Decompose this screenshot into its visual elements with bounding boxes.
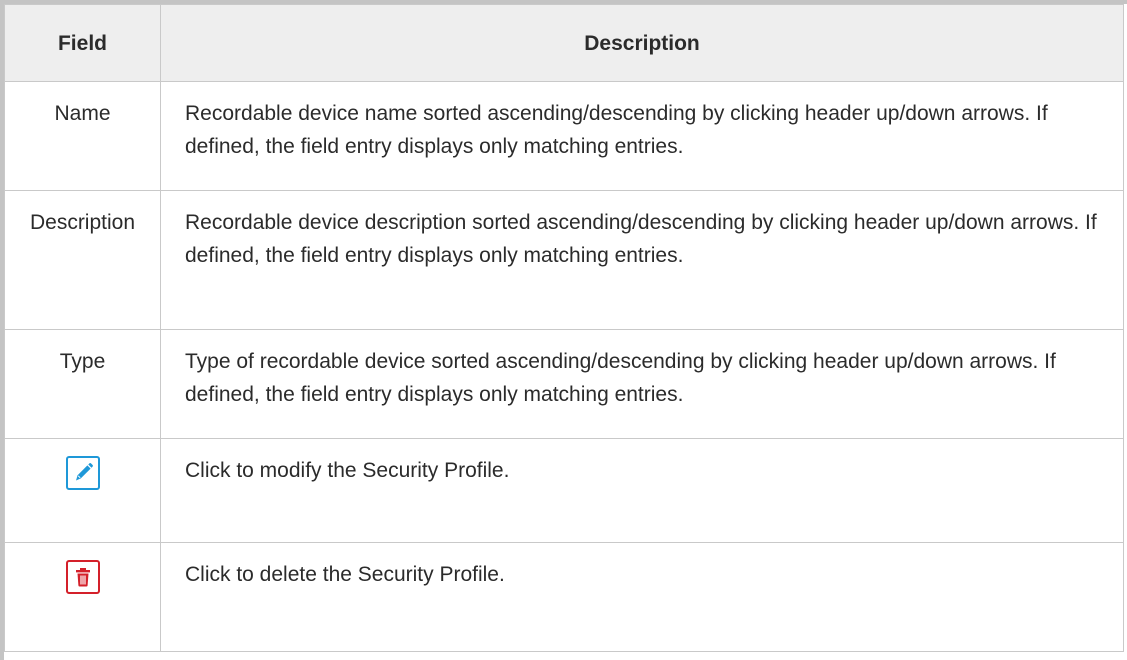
field-cell (4, 438, 161, 543)
description-cell: Type of recordable device sorted ascendi… (160, 329, 1124, 439)
trash-delete-icon[interactable] (65, 560, 100, 594)
field-cell: Type (4, 329, 161, 439)
description-cell: Click to modify the Security Profile. (160, 438, 1124, 543)
table-row: Name Recordable device name sorted ascen… (4, 81, 1124, 191)
table-header-row: Field Description (4, 4, 1124, 82)
field-cell: Name (4, 81, 161, 191)
header-field: Field (4, 4, 161, 82)
pencil-edit-icon[interactable] (65, 456, 100, 490)
table-row: Type Type of recordable device sorted as… (4, 329, 1124, 439)
header-description: Description (160, 4, 1124, 82)
description-cell: Click to delete the Security Profile. (160, 542, 1124, 652)
field-description-table: Field Description Name Recordable device… (4, 4, 1124, 652)
table-row: Click to delete the Security Profile. (4, 542, 1124, 652)
field-cell (4, 542, 161, 652)
description-cell: Recordable device name sorted ascending/… (160, 81, 1124, 191)
table-row: Click to modify the Security Profile. (4, 438, 1124, 543)
description-cell: Recordable device description sorted asc… (160, 190, 1124, 330)
table-row: Description Recordable device descriptio… (4, 190, 1124, 330)
field-cell: Description (4, 190, 161, 330)
